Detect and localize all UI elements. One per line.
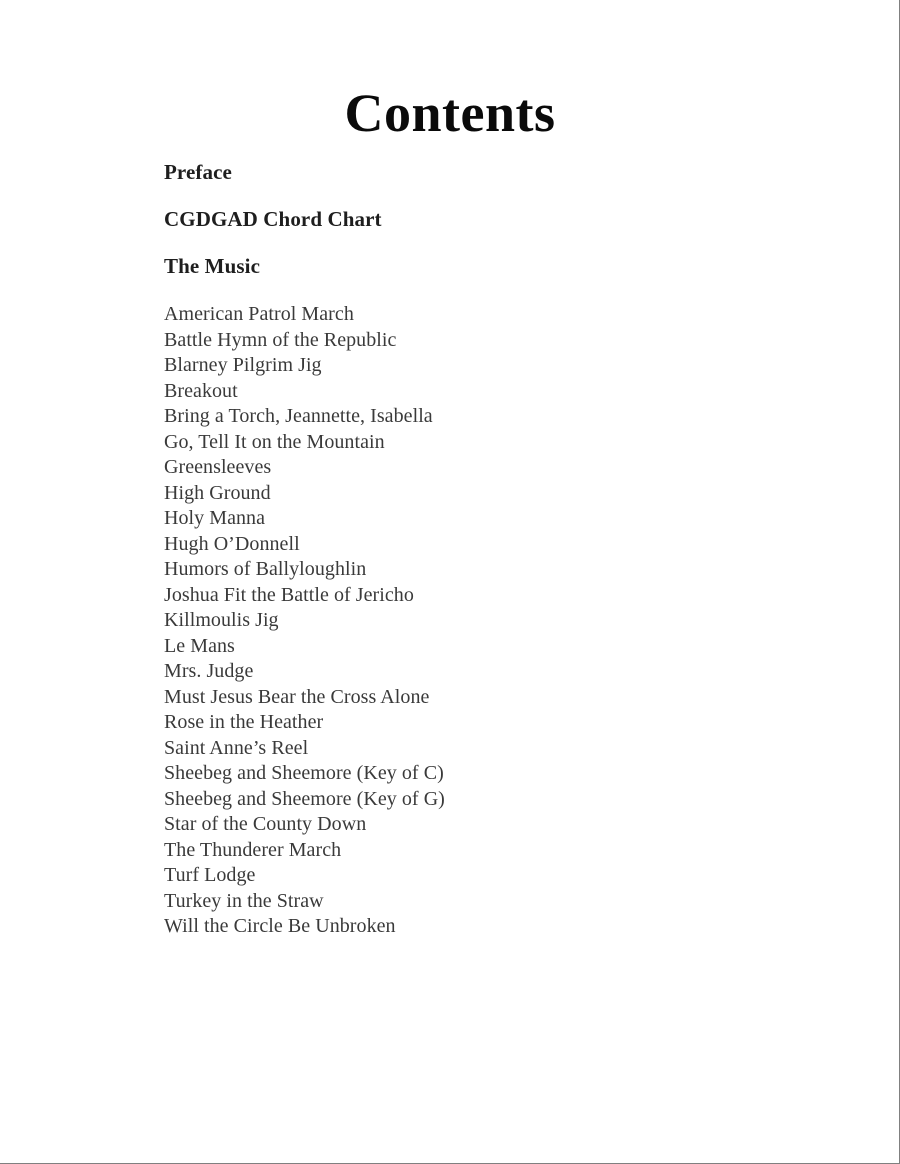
contents-page: Contents Preface CGDGAD Chord Chart The …	[0, 0, 900, 1164]
list-item: Sheebeg and Sheemore (Key of C)	[164, 762, 444, 785]
list-item: Will the Circle Be Unbroken	[164, 915, 396, 938]
list-item: Greensleeves	[164, 456, 272, 479]
list-item: Holy Manna	[164, 507, 266, 530]
list-item: Humors of Ballyloughlin	[164, 558, 367, 581]
tune-list: American Patrol March Battle Hymn of the…	[164, 302, 456, 940]
section-heading-preface: Preface	[164, 160, 232, 184]
list-item: Le Mans	[164, 634, 235, 657]
contents-body: Preface CGDGAD Chord Chart The Music Ame…	[164, 160, 584, 940]
list-item: Mrs. Judge	[164, 660, 254, 683]
list-item: High Ground	[164, 481, 271, 504]
list-item: Battle Hymn of the Republic	[164, 328, 397, 351]
list-item: American Patrol March	[164, 303, 354, 326]
list-item: Killmoulis Jig	[164, 609, 279, 632]
section-heading-the-music: The Music	[164, 253, 260, 278]
list-item: Breakout	[164, 379, 238, 402]
section-heading-chord-chart: CGDGAD Chord Chart	[164, 206, 382, 231]
list-item: Bring a Torch, Jeannette, Isabella	[164, 405, 433, 428]
list-item: Turf Lodge	[164, 864, 256, 887]
list-item: Go, Tell It on the Mountain	[164, 430, 385, 453]
list-item: Hugh O’Donnell	[164, 532, 300, 555]
list-item: Sheebeg and Sheemore (Key of G)	[164, 787, 445, 810]
list-item: Saint Anne’s Reel	[164, 736, 309, 759]
list-item: Blarney Pilgrim Jig	[164, 354, 322, 377]
list-item: Rose in the Heather	[164, 711, 324, 734]
list-item: Star of the County Down	[164, 813, 367, 836]
list-item: The Thunderer March	[164, 838, 342, 861]
list-item: Must Jesus Bear the Cross Alone	[164, 685, 430, 708]
page-title: Contents	[344, 83, 556, 144]
list-item: Turkey in the Straw	[164, 889, 324, 912]
list-item: Joshua Fit the Battle of Jericho	[164, 583, 414, 606]
